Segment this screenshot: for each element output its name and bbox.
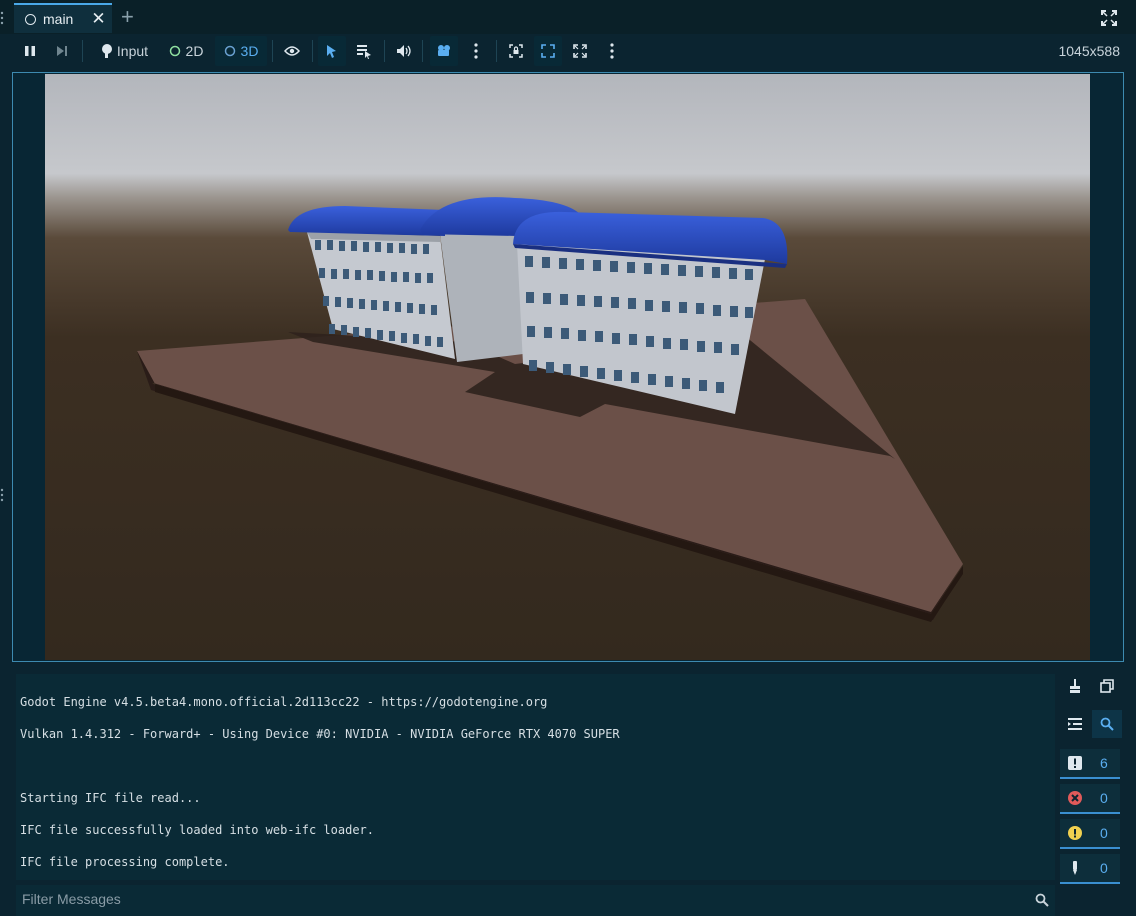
toolbar-separator <box>422 40 423 62</box>
editor-filter-toggle[interactable]: 0 <box>1060 854 1120 884</box>
console-text: Godot Engine v4.5.beta4.mono.official.2d… <box>20 678 620 886</box>
toolbar-separator <box>384 40 385 62</box>
list-select-button[interactable] <box>350 36 378 66</box>
grip-icon <box>0 11 4 25</box>
kebab-menu-icon <box>474 43 478 59</box>
console-line: IFC file successfully loaded into web-if… <box>20 823 375 837</box>
mode-2d-button[interactable]: 2D <box>162 36 210 66</box>
collapse-duplicates-button[interactable] <box>1060 710 1090 738</box>
copy-output-button[interactable] <box>1092 672 1122 700</box>
errors-count: 0 <box>1100 790 1108 806</box>
left-dock-handle[interactable] <box>0 10 4 26</box>
filter-messages-input[interactable]: Filter Messages <box>22 891 121 907</box>
pencil-icon <box>1073 861 1077 875</box>
circle-3d-icon <box>224 45 235 57</box>
error-icon <box>1068 791 1082 805</box>
warning-icon <box>1068 826 1082 840</box>
copy-icon <box>1100 679 1114 693</box>
next-frame-button[interactable] <box>50 36 74 66</box>
view-menu-button[interactable] <box>602 36 622 66</box>
messages-count: 6 <box>1100 755 1108 771</box>
arrow-cursor-icon <box>327 45 336 58</box>
tab-title: main <box>43 11 74 27</box>
editor-count: 0 <box>1100 860 1108 876</box>
toolbar-separator <box>496 40 497 62</box>
console-line: Godot Engine v4.5.beta4.mono.official.2d… <box>20 695 548 709</box>
game-viewport[interactable] <box>45 74 1090 660</box>
left-split-handle[interactable] <box>0 487 4 503</box>
stretch-button[interactable] <box>534 36 562 66</box>
lock-aspect-icon <box>509 44 523 58</box>
console-line: IFC file processing complete. <box>20 855 230 869</box>
expand-icon <box>541 44 555 58</box>
fullscreen-icon[interactable] <box>1101 10 1117 26</box>
message-icon <box>1068 756 1082 770</box>
warnings-filter-toggle[interactable]: 0 <box>1060 819 1120 849</box>
maximize-icon <box>573 44 587 58</box>
filter-bar: Filter Messages <box>16 885 1055 916</box>
mode-3d-button[interactable]: 3D <box>215 36 267 66</box>
mute-button[interactable] <box>392 36 416 66</box>
keep-aspect-button[interactable] <box>504 36 528 66</box>
input-label: Input <box>116 43 149 59</box>
scene-circle-icon <box>25 13 36 25</box>
mode-2d-label: 2D <box>185 43 204 59</box>
search-icon <box>1035 893 1049 907</box>
grip-icon <box>0 488 4 502</box>
messages-filter-toggle[interactable]: 6 <box>1060 749 1120 779</box>
next-frame-icon <box>57 46 67 56</box>
circle-2d-icon <box>169 45 180 57</box>
speaker-icon <box>397 45 411 57</box>
input-button[interactable]: Input <box>93 36 155 66</box>
clear-output-button[interactable] <box>1060 672 1090 700</box>
list-select-icon <box>357 45 371 59</box>
toolbar-separator <box>312 40 313 62</box>
pause-icon <box>25 46 35 56</box>
camera-override-button[interactable] <box>430 36 458 66</box>
input-icon <box>101 44 112 58</box>
toolbar-separator <box>82 40 83 62</box>
warnings-count: 0 <box>1100 825 1108 841</box>
toggle-search-button[interactable] <box>1092 710 1122 738</box>
camera-menu-button[interactable] <box>466 36 486 66</box>
close-tab-icon[interactable]: ✕ <box>91 10 105 27</box>
visibility-button[interactable] <box>280 36 304 66</box>
tab-bar <box>0 0 1136 34</box>
toolbar-separator <box>272 40 273 62</box>
eye-icon <box>284 46 300 56</box>
console-line: Starting IFC file read... <box>20 791 201 805</box>
tab-main[interactable]: main ✕ <box>14 3 112 33</box>
broom-icon <box>1070 679 1080 693</box>
pause-button[interactable] <box>18 36 42 66</box>
select-mode-button[interactable] <box>318 36 346 66</box>
console-line: Vulkan 1.4.312 - Forward+ - Using Device… <box>20 727 620 741</box>
resolution-label: 1045x588 <box>1058 43 1120 59</box>
add-tab-button[interactable]: + <box>121 6 134 28</box>
errors-filter-toggle[interactable]: 0 <box>1060 784 1120 814</box>
search-icon <box>1100 717 1114 731</box>
kebab-menu-icon <box>610 43 614 59</box>
indent-icon <box>1068 718 1082 730</box>
mode-3d-label: 3D <box>240 43 259 59</box>
camera-icon <box>438 45 450 56</box>
embed-fullscreen-button[interactable] <box>568 36 592 66</box>
